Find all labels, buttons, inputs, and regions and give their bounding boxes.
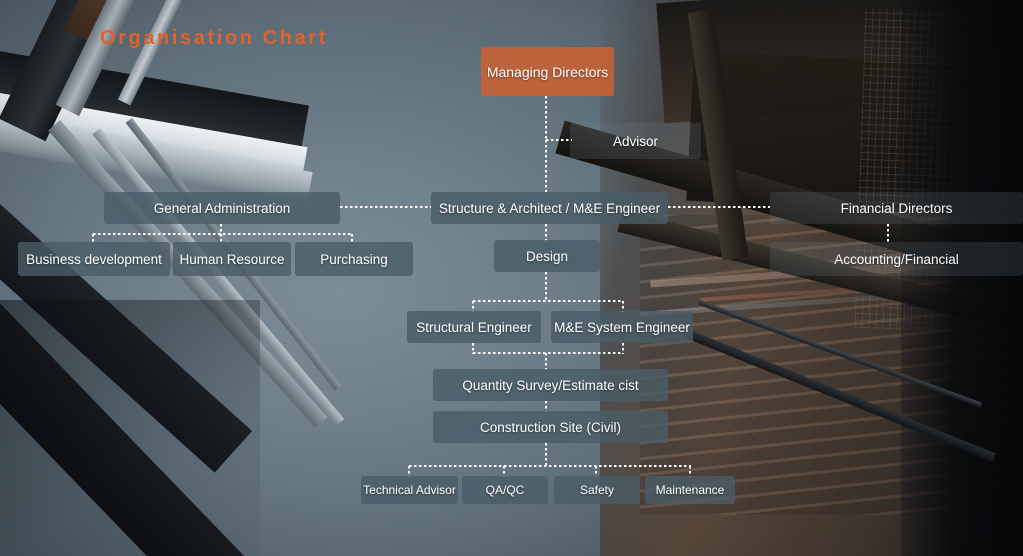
org-node-managing-directors[interactable]: Managing Directors (481, 47, 614, 96)
org-node-label: Human Resource (179, 251, 285, 267)
connector-ga-bus-row (93, 233, 352, 235)
org-node-label: Business development (26, 251, 162, 267)
connector-design-down (545, 272, 547, 302)
org-node-label: Construction Site (Civil) (479, 419, 622, 435)
org-node-label: Financial Directors (840, 200, 953, 216)
organisation-chart-slide: Organisation Chart Managing Directors Adv… (0, 0, 1023, 556)
org-node-label: Safety (579, 483, 615, 497)
org-node-label: Structural Engineer (416, 319, 532, 335)
connector-md-down-1 (545, 96, 547, 141)
org-node-label: Managing Directors (486, 63, 609, 80)
org-node-safety[interactable]: Safety (554, 476, 640, 504)
org-node-human-resource[interactable]: Human Resource (173, 242, 291, 276)
org-node-label: Technical Advisor (363, 483, 456, 497)
connector-md-to-advisor (546, 139, 572, 141)
org-node-label: Accounting/Financial (834, 251, 959, 267)
org-node-structural-engineer[interactable]: Structural Engineer (407, 311, 541, 343)
org-node-technical-advisor[interactable]: Technical Advisor (361, 476, 458, 504)
org-node-label: QA/QC (485, 483, 525, 497)
connector-cs-bus-row (409, 465, 691, 467)
connector-qs-up (545, 353, 547, 370)
org-node-label: Design (525, 248, 569, 264)
org-node-maintenance[interactable]: Maintenance (645, 476, 735, 504)
org-node-label: Structure & Architect / M&E Engineer (438, 200, 661, 216)
org-node-structure-architect[interactable]: Structure & Architect / M&E Engineer (431, 192, 668, 224)
org-node-label: Quantity Survey/Estimate cist (462, 377, 639, 393)
org-node-qa-qc[interactable]: QA/QC (462, 476, 548, 504)
connector-cs-down (545, 443, 547, 467)
org-node-me-system-engineer[interactable]: M&E System Engineer (551, 311, 693, 343)
org-node-construction-site[interactable]: Construction Site (Civil) (433, 411, 668, 443)
page-title: Organisation Chart (100, 27, 328, 49)
org-node-advisor[interactable]: Advisor (570, 123, 701, 159)
connector-ga-to-sa (340, 206, 431, 208)
connector-design-bus-row (473, 300, 623, 302)
org-node-business-development[interactable]: Business development (18, 242, 170, 276)
org-node-label: General Administration (153, 200, 291, 216)
org-node-general-administration[interactable]: General Administration (104, 192, 340, 224)
org-node-purchasing[interactable]: Purchasing (295, 242, 413, 276)
connector-md-down-2 (545, 140, 547, 192)
org-node-label: Maintenance (655, 483, 725, 497)
chart-layer: Organisation Chart Managing Directors Adv… (0, 0, 1023, 556)
org-node-label: M&E System Engineer (554, 319, 690, 335)
connector-fd-to-acc (887, 224, 889, 242)
connector-sa-to-fd (668, 206, 770, 208)
org-node-financial-directors[interactable]: Financial Directors (770, 192, 1023, 224)
org-node-design[interactable]: Design (494, 240, 600, 272)
org-node-quantity-survey[interactable]: Quantity Survey/Estimate cist (433, 369, 668, 401)
org-node-label: Advisor (612, 133, 658, 149)
org-node-accounting-financial[interactable]: Accounting/Financial (770, 242, 1023, 276)
org-node-label: Purchasing (320, 251, 388, 267)
connector-qs-join-row (473, 352, 623, 354)
